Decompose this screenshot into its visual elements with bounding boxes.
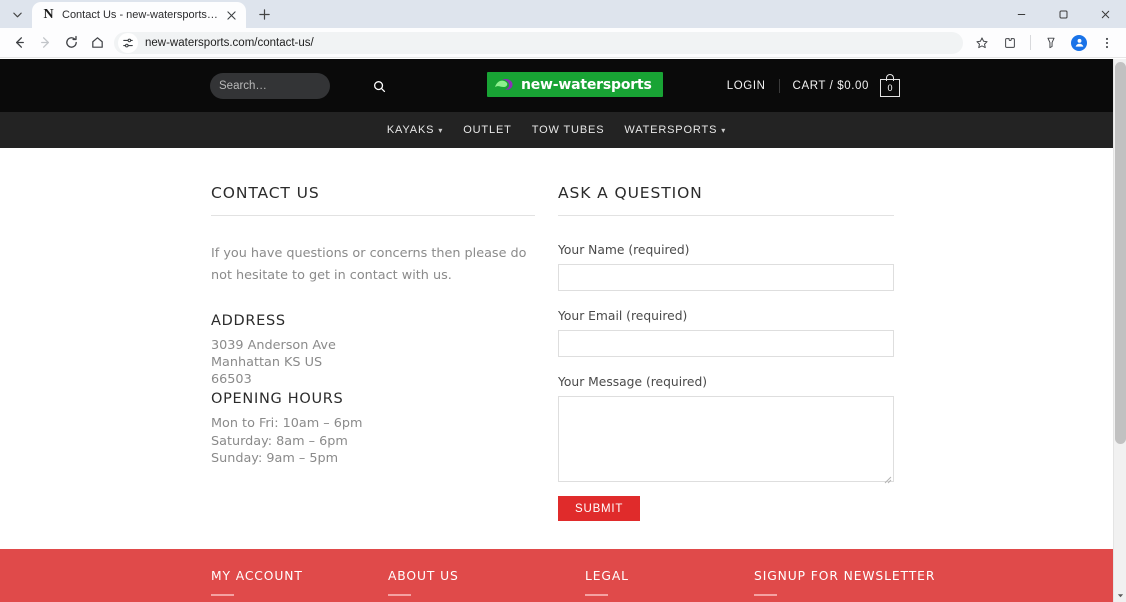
footer-heading: MY ACCOUNT [211,569,303,583]
footer-underline [754,594,777,596]
contact-heading: CONTACT US [211,184,320,202]
nav-item-outlet[interactable]: OUTLET [463,124,512,136]
address-heading: ADDRESS [211,313,286,329]
address-line: 66503 [211,372,252,388]
browser-toolbar: new-watersports.com/contact-us/ [0,28,1126,58]
nav-item-tow-tubes[interactable]: TOW TUBES [532,124,605,136]
form-heading: ASK A QUESTION [558,184,703,202]
hours-line: Saturday: 8am – 6pm [211,433,348,449]
logo-text: new-watersports [521,76,652,93]
footer-column-legal: LEGAL [585,569,754,596]
nav-item-kayaks[interactable]: KAYAKS ▾ [387,124,443,136]
split-view-icon[interactable] [1038,30,1064,56]
avatar [1071,34,1087,51]
login-link[interactable]: LOGIN [727,80,766,92]
hours-line: Mon to Fri: 10am – 6pm [211,416,363,432]
window-controls [1000,0,1126,28]
nav-label: TOW TUBES [531,124,605,136]
tab-title: Contact Us - new-watersports… [62,9,218,21]
chevron-down-icon: ▾ [721,125,727,135]
toolbar-actions [969,30,1120,56]
nav-item-watersports[interactable]: WATERSPORTS ▾ [624,124,726,136]
page-viewport: new-watersports LOGIN CART / $0.00 0 KAY… [0,59,1126,602]
name-label: Your Name (required) [558,243,690,257]
browser-tab[interactable]: N Contact Us - new-watersports… [32,2,246,28]
cart-icon[interactable]: 0 [880,73,900,97]
address-line: Manhattan KS US [211,355,323,371]
site-settings-icon[interactable] [118,32,138,53]
footer-column-my-account: MY ACCOUNT [211,569,388,596]
footer-column-about-us: ABOUT US [388,569,585,596]
message-label: Your Message (required) [558,375,708,389]
bookmark-star-icon[interactable] [969,30,995,56]
new-tab-icon[interactable] [252,1,278,27]
profile-avatar-icon[interactable] [1066,30,1092,56]
header-account-area: LOGIN CART / $0.00 0 [727,59,900,112]
tab-search-icon[interactable] [4,1,30,27]
site-footer: MY ACCOUNT ABOUT US LEGAL SIGNUP FOR NEW… [0,549,1113,602]
toolbar-divider [1030,35,1031,50]
home-icon[interactable] [84,30,110,56]
contact-intro: If you have questions or concerns then p… [211,246,527,283]
message-textarea[interactable] [558,396,894,482]
scroll-down-icon[interactable] [1114,589,1126,602]
browser-menu-icon[interactable] [1094,30,1120,56]
email-label: Your Email (required) [558,309,688,323]
contact-form-column: ASK A QUESTION Your Name (required) Your… [558,184,894,521]
address-line: 3039 Anderson Ave [211,338,336,353]
site-header: new-watersports LOGIN CART / $0.00 0 [0,59,1113,112]
tab-strip: N Contact Us - new-watersports… [0,0,1126,28]
cart-count: 0 [880,78,900,97]
forward-icon [32,30,58,56]
search-input[interactable] [219,80,373,92]
footer-column-newsletter: SIGNUP FOR NEWSLETTER [754,569,935,596]
extensions-icon[interactable] [997,30,1023,56]
contact-info-column: CONTACT US If you have questions or conc… [211,184,535,521]
close-window-icon[interactable] [1084,0,1126,28]
reload-icon[interactable] [58,30,84,56]
url-text: new-watersports.com/contact-us/ [145,36,314,49]
name-input[interactable] [558,264,894,291]
scrollbar-thumb[interactable] [1115,62,1126,444]
site-logo[interactable]: new-watersports [487,72,663,97]
heading-rule [558,215,894,216]
browser-window: N Contact Us - new-watersports… new-wate… [0,0,1126,602]
footer-underline [585,594,608,596]
address-bar[interactable]: new-watersports.com/contact-us/ [114,31,963,54]
cart-total[interactable]: CART / $0.00 [793,80,869,92]
main-navigation: KAYAKS ▾ OUTLET TOW TUBES WATERSPORTS ▾ [0,112,1113,148]
hours-line: Sunday: 9am – 5pm [211,451,339,467]
footer-underline [388,594,411,596]
main-content: CONTACT US If you have questions or conc… [0,148,1113,549]
footer-heading: LEGAL [585,569,629,583]
web-page: new-watersports LOGIN CART / $0.00 0 KAY… [0,59,1113,602]
footer-heading: ABOUT US [388,569,459,583]
maximize-icon[interactable] [1042,0,1084,28]
nav-label: KAYAKS [386,124,435,136]
tab-favicon: N [43,7,54,22]
header-divider [778,78,780,93]
email-input[interactable] [558,330,894,357]
message-wrapper [558,396,894,484]
nav-label: WATERSPORTS [624,124,718,136]
footer-heading: SIGNUP FOR NEWSLETTER [754,569,936,583]
footer-underline [211,594,234,596]
submit-button[interactable]: SUBMIT [558,496,641,521]
close-icon[interactable] [224,8,239,23]
back-icon[interactable] [6,30,32,56]
heading-rule [211,215,535,216]
chevron-down-icon: ▾ [438,125,444,135]
page-scrollbar[interactable] [1113,59,1126,602]
minimize-icon[interactable] [1000,0,1042,28]
hours-heading: OPENING HOURS [211,391,344,408]
search-icon[interactable] [373,80,386,93]
wave-swoosh-icon [493,76,515,93]
site-search[interactable] [210,73,386,99]
nav-label: OUTLET [463,124,512,136]
